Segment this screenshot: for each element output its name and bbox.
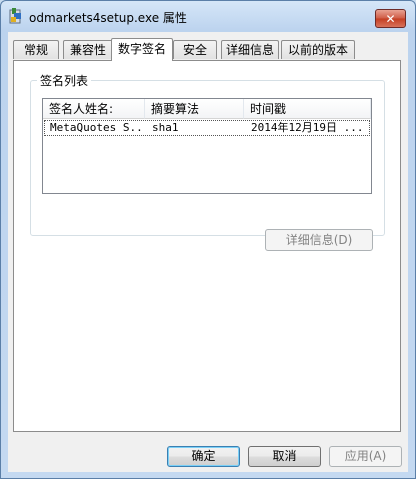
tab-security[interactable]: 安全 (173, 40, 217, 59)
digital-signatures-panel: 签名列表 签名人姓名: 摘要算法 时间戳 MetaQuotes S... sha… (13, 60, 401, 432)
signature-list-label: 签名列表 (37, 72, 92, 89)
signature-row[interactable]: MetaQuotes S... sha1 2014年12月19日 ... (44, 120, 370, 136)
tab-compatibility[interactable]: 兼容性 (63, 40, 113, 59)
dialog-client-area: 常规 兼容性 数字签名 安全 详细信息 以前的版本 签名列表 签名人姓名: 摘要… (8, 32, 408, 472)
cancel-button[interactable]: 取消 (248, 446, 321, 467)
properties-window: odmarkets4setup.exe 属性 ✕ 常规 兼容性 数字签名 安全 … (0, 0, 416, 479)
column-header-signer[interactable]: 签名人姓名: (43, 99, 145, 119)
tab-digital-signatures[interactable]: 数字签名 (111, 38, 173, 61)
close-button[interactable]: ✕ (375, 9, 406, 28)
signature-details-button[interactable]: 详细信息(D) (265, 229, 373, 251)
column-header-timestamp[interactable]: 时间戳 (244, 99, 371, 119)
digest-cell: sha1 (152, 121, 179, 134)
title-bar[interactable]: odmarkets4setup.exe 属性 ✕ (1, 1, 415, 31)
setup-app-icon (9, 8, 21, 24)
signature-list-group: 签名列表 签名人姓名: 摘要算法 时间戳 MetaQuotes S... sha… (30, 72, 385, 251)
window-title: odmarkets4setup.exe 属性 (29, 11, 187, 25)
signature-list[interactable]: 签名人姓名: 摘要算法 时间戳 MetaQuotes S... sha1 201… (42, 98, 372, 194)
timestamp-cell: 2014年12月19日 ... (251, 121, 364, 134)
signer-cell: MetaQuotes S... (50, 121, 142, 134)
tab-details[interactable]: 详细信息 (221, 40, 279, 59)
tab-previous-versions[interactable]: 以前的版本 (281, 40, 355, 59)
apply-button[interactable]: 应用(A) (329, 446, 402, 467)
column-header-digest[interactable]: 摘要算法 (145, 99, 244, 119)
ok-button[interactable]: 确定 (167, 446, 240, 467)
close-icon: ✕ (385, 11, 396, 26)
tab-general[interactable]: 常规 (13, 40, 59, 59)
signature-list-header: 签名人姓名: 摘要算法 时间戳 (43, 99, 371, 119)
